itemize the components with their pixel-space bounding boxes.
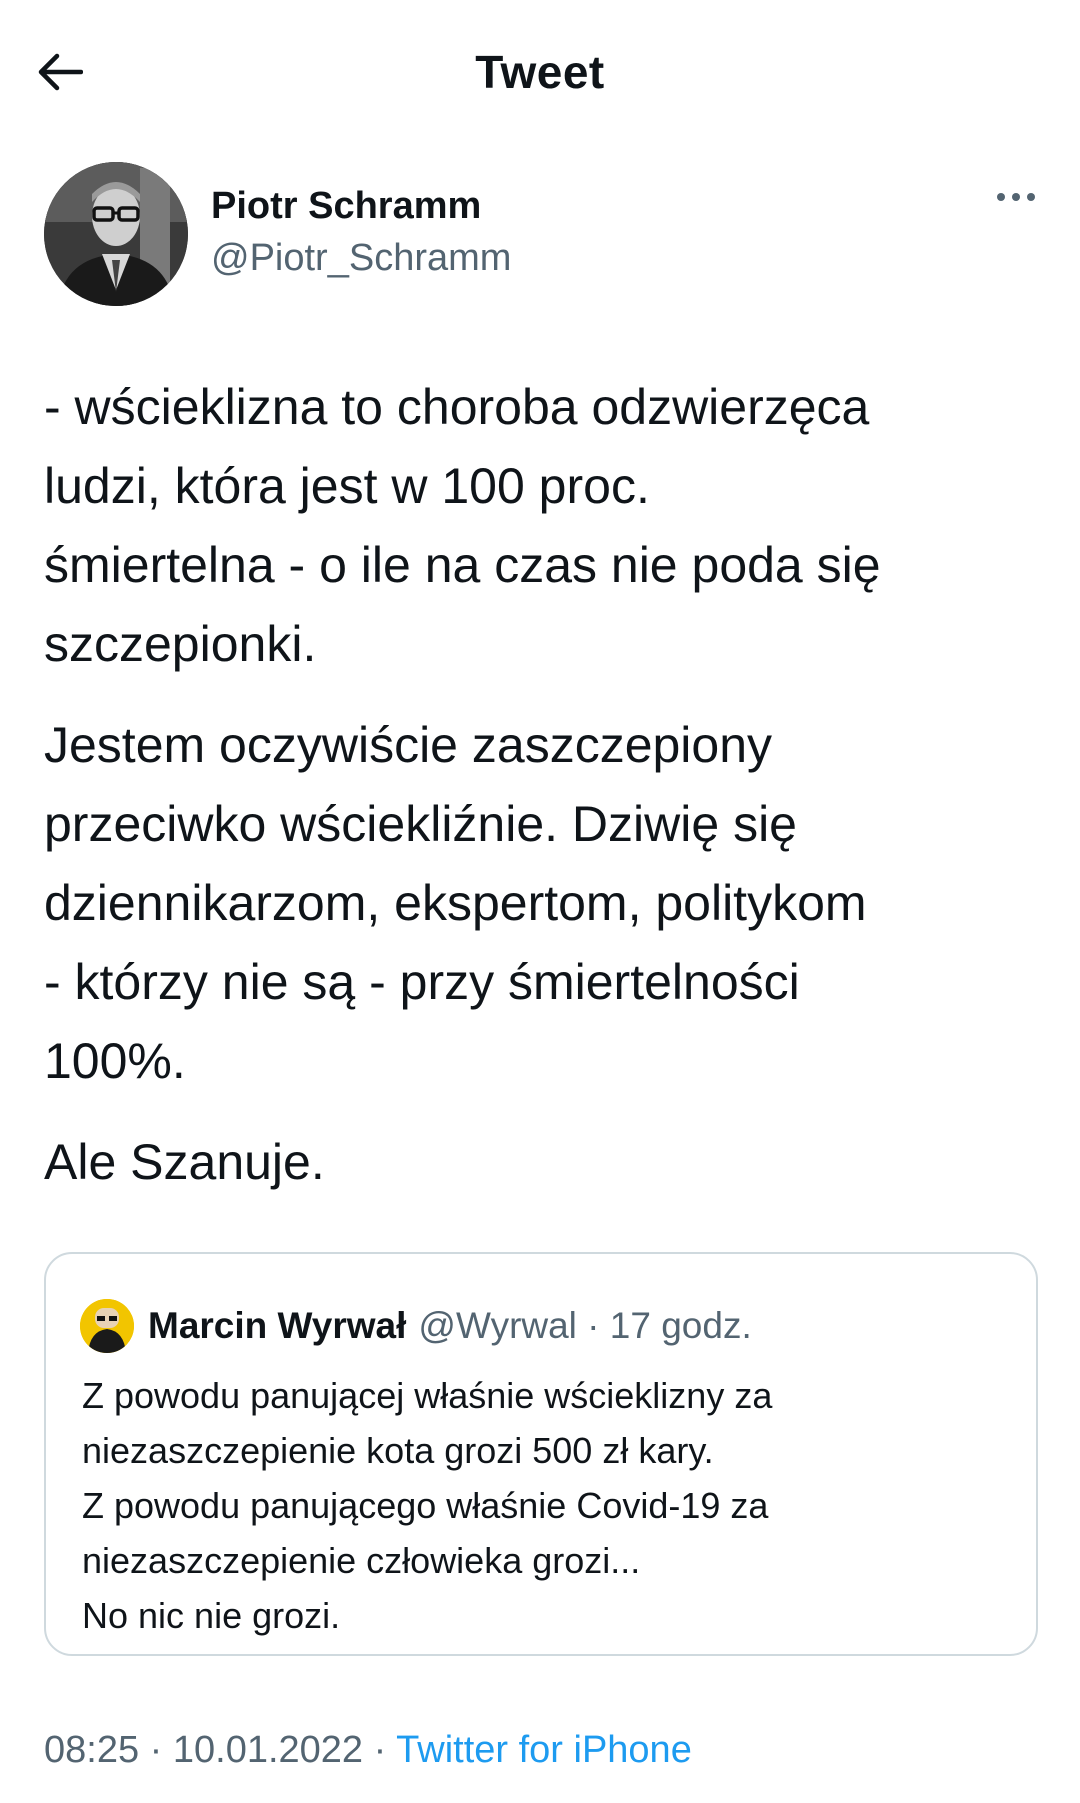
quoted-author-meta: @Wyrwal · 17 godz.	[418, 1305, 752, 1346]
quoted-tweet-text: Z powodu panującej właśnie wścieklizny z…	[82, 1375, 773, 1636]
tweet-paragraph: Jestem oczywiście zaszczepiony przeciwko…	[44, 717, 867, 1089]
quoted-tweet-header: Marcin Wyrwał @Wyrwal · 17 godz.	[80, 1298, 752, 1354]
tweet-text: - wścieklizna to choroba odzwierzęca lud…	[44, 368, 1044, 1224]
quoted-tweet[interactable]: Marcin Wyrwał @Wyrwal · 17 godz. Z powod…	[44, 1252, 1038, 1656]
page-title: Tweet	[475, 46, 605, 98]
tweet-source-link[interactable]: Twitter for iPhone	[396, 1729, 692, 1771]
top-bar: Tweet	[0, 0, 1080, 140]
quoted-author-name[interactable]: Marcin Wyrwał	[148, 1305, 406, 1347]
tweet-author: Piotr Schramm @Piotr_Schramm	[44, 162, 1044, 308]
tweet-paragraph: Ale Szanuje.	[44, 1134, 325, 1190]
more-button[interactable]	[988, 182, 1044, 212]
quoted-avatar[interactable]	[80, 1299, 134, 1353]
more-dots-icon	[997, 193, 1035, 201]
tweet-footer: 08:25 · 10.01.2022 · Twitter for iPhone	[44, 1726, 692, 1774]
tweet-timestamp: 08:25 · 10.01.2022 ·	[44, 1729, 397, 1771]
avatar[interactable]	[44, 162, 188, 306]
author-name[interactable]: Piotr Schramm	[211, 184, 481, 228]
author-handle[interactable]: @Piotr_Schramm	[211, 236, 511, 280]
tweet-paragraph: - wścieklizna to choroba odzwierzęca lud…	[44, 379, 881, 672]
